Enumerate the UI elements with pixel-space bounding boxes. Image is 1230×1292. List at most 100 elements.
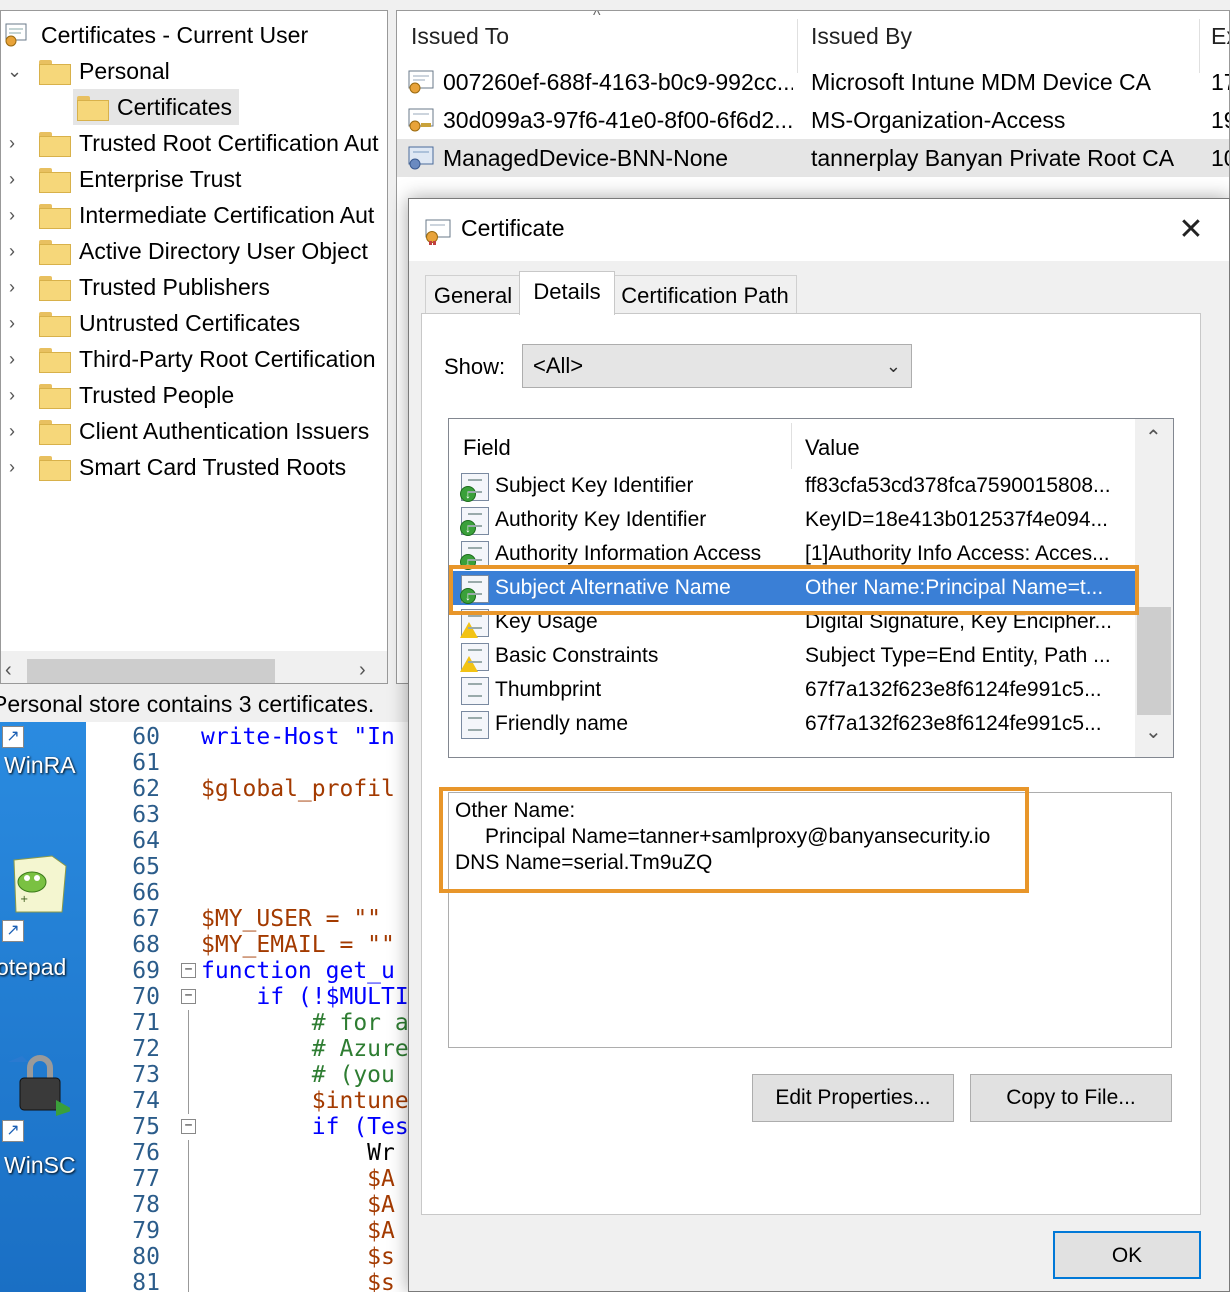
cert-row[interactable]: 30d099a3-97f6-41e0-8f00-6f6d2... MS-Orga… [397,101,1229,139]
field-row[interactable]: Thumbprint 67f7a132f623e8f6124fe991c5... [453,673,1135,707]
tab-details[interactable]: Details [519,271,615,315]
code-line: 81 $s [86,1270,408,1292]
tab-general[interactable]: General [425,275,521,315]
folder-icon [39,420,71,445]
chevron-right-icon[interactable]: › [9,233,25,269]
tree-item[interactable]: › Untrusted Certificates [1,305,387,341]
cert-row[interactable]: 007260ef-688f-4163-b0c9-992cc... Microso… [397,63,1229,101]
copy-to-file-button[interactable]: Copy to File... [970,1074,1172,1122]
column-header-value[interactable]: Value [805,435,860,461]
field-name: Key Usage [495,610,598,633]
extension-icon: ↓ [460,507,489,536]
code-text: $intune [201,1088,408,1114]
scroll-thumb[interactable] [27,659,275,683]
tree-item[interactable]: › Active Directory User Object [1,233,387,269]
tree-item-label: Third-Party Root Certification [79,346,376,372]
fold-collapse-icon[interactable]: − [181,989,196,1004]
tree-item-personal[interactable]: ⌄ Personal [1,53,387,89]
folder-icon [39,348,71,373]
chevron-down-icon: ⌄ [885,356,901,376]
fold-guide [188,1270,189,1292]
fold-guide [188,1088,189,1114]
expiration: 17 [1211,69,1229,95]
line-number: 70 [132,984,160,1010]
dialog-titlebar[interactable]: Certificate ✕ [409,199,1229,261]
tree-root[interactable]: Certificates - Current User [1,17,387,53]
field-row[interactable]: ↓ Subject Key Identifier ff83cfa53cd378fca… [453,469,1135,503]
chevron-right-icon[interactable]: › [9,449,25,485]
certificates-snapin-icon [5,23,27,47]
field-row-selected[interactable]: ↓ Subject Alternative Name Other Name:Prin… [453,571,1135,605]
tree-item[interactable]: › Smart Card Trusted Roots [1,449,387,485]
tree-item[interactable]: › Client Authentication Issuers [1,413,387,449]
cert-row-selected[interactable]: ManagedDevice-BNN-None tannerplay Banyan… [397,139,1229,177]
code-line: 80 $s [86,1244,408,1270]
critical-extension-icon [460,609,489,638]
field-row[interactable]: Friendly name 67f7a132f623e8f6124fe991c5.… [453,707,1135,741]
tree-item[interactable]: › Trusted People [1,377,387,413]
column-header-issued-by[interactable]: Issued By [811,23,912,50]
fold-collapse-icon[interactable]: − [181,963,196,978]
scroll-down-icon[interactable]: ⌄ [1145,719,1162,744]
column-header-issued-to[interactable]: Issued To [411,23,509,50]
tree-item[interactable]: › Intermediate Certification Aut [1,197,387,233]
code-line: 72 # Azure [86,1036,408,1062]
tree-horizontal-scrollbar[interactable]: ‹ › [1,651,387,683]
fields-vertical-scrollbar[interactable]: ⌃ ⌄ [1135,419,1173,757]
chevron-right-icon[interactable]: › [9,413,25,449]
scroll-up-icon[interactable]: ⌃ [1145,425,1162,450]
line-number: 71 [132,1010,160,1036]
chevron-down-icon[interactable]: ⌄ [7,53,23,89]
tab-certification-path[interactable]: Certification Path [613,275,797,315]
fold-guide [188,1218,189,1244]
code-editor[interactable]: 60 write-Host "In 61 62 $global_profil 63 64 65… [86,722,408,1292]
field-row[interactable]: ↓ Authority Information Access [1]Authorit… [453,537,1135,571]
critical-extension-icon [460,643,489,672]
chevron-right-icon[interactable]: › [9,197,25,233]
chevron-right-icon[interactable]: › [9,161,25,197]
folder-icon [77,96,109,121]
field-value: Other Name:Principal Name=t... [805,576,1104,599]
svg-text:+: + [20,894,28,905]
folder-icon [39,312,71,337]
column-header-field[interactable]: Field [463,435,511,461]
show-dropdown[interactable]: <All> ⌄ [522,344,912,388]
chevron-right-icon[interactable]: › [9,269,25,305]
chevron-right-icon[interactable]: › [9,341,25,377]
fields-listview[interactable]: Field Value ↓ Subject Key Identifier ff83c… [448,418,1174,758]
edit-properties-button[interactable]: Edit Properties... [752,1074,954,1122]
column-header-expiration[interactable]: Ex [1211,23,1229,50]
tree-item-certificates[interactable]: Certificates [73,89,239,125]
tree-item[interactable]: › Trusted Publishers [1,269,387,305]
desktop-icon-notepad[interactable]: + ↗ otepad [0,854,86,980]
field-name: Authority Key Identifier [495,508,707,531]
chevron-right-icon[interactable]: › [9,377,25,413]
fold-collapse-icon[interactable]: − [181,1119,196,1134]
field-value: Digital Signature, Key Encipher... [805,610,1113,633]
close-icon[interactable]: ✕ [1169,211,1213,251]
line-number: 67 [132,906,160,932]
scroll-right-icon[interactable]: › [359,659,366,682]
column-divider[interactable] [791,423,792,469]
desktop-icon-label: otepad [0,954,67,980]
field-row[interactable]: ↓ Authority Key Identifier KeyID=18e413b01… [453,503,1135,537]
field-row[interactable]: Basic Constraints Subject Type=End Entity… [453,639,1135,673]
tree-item[interactable]: › Third-Party Root Certification [1,341,387,377]
chevron-right-icon[interactable]: › [9,125,25,161]
desktop-icon-winrar[interactable]: ↗ WinRA [0,722,86,832]
fold-guide [188,1010,189,1036]
chevron-right-icon[interactable]: › [9,305,25,341]
field-value-textbox[interactable]: Other Name: Principal Name=tanner+samlpr… [448,792,1172,1048]
line-number: 62 [132,776,160,802]
desktop-icon-winscp[interactable]: ↗ WinSC [0,1048,86,1178]
scroll-thumb[interactable] [1137,607,1171,715]
tree-item[interactable]: › Trusted Root Certification Aut [1,125,387,161]
tree-item[interactable]: › Enterprise Trust [1,161,387,197]
line-number: 81 [132,1270,160,1292]
code-line: 74 $intune [86,1088,408,1114]
scroll-left-icon[interactable]: ‹ [5,659,12,682]
ok-button[interactable]: OK [1053,1231,1201,1279]
field-row[interactable]: Key Usage Digital Signature, Key Encipher… [453,605,1135,639]
tree-item-label: Client Authentication Issuers [79,418,370,444]
line-number: 68 [132,932,160,958]
